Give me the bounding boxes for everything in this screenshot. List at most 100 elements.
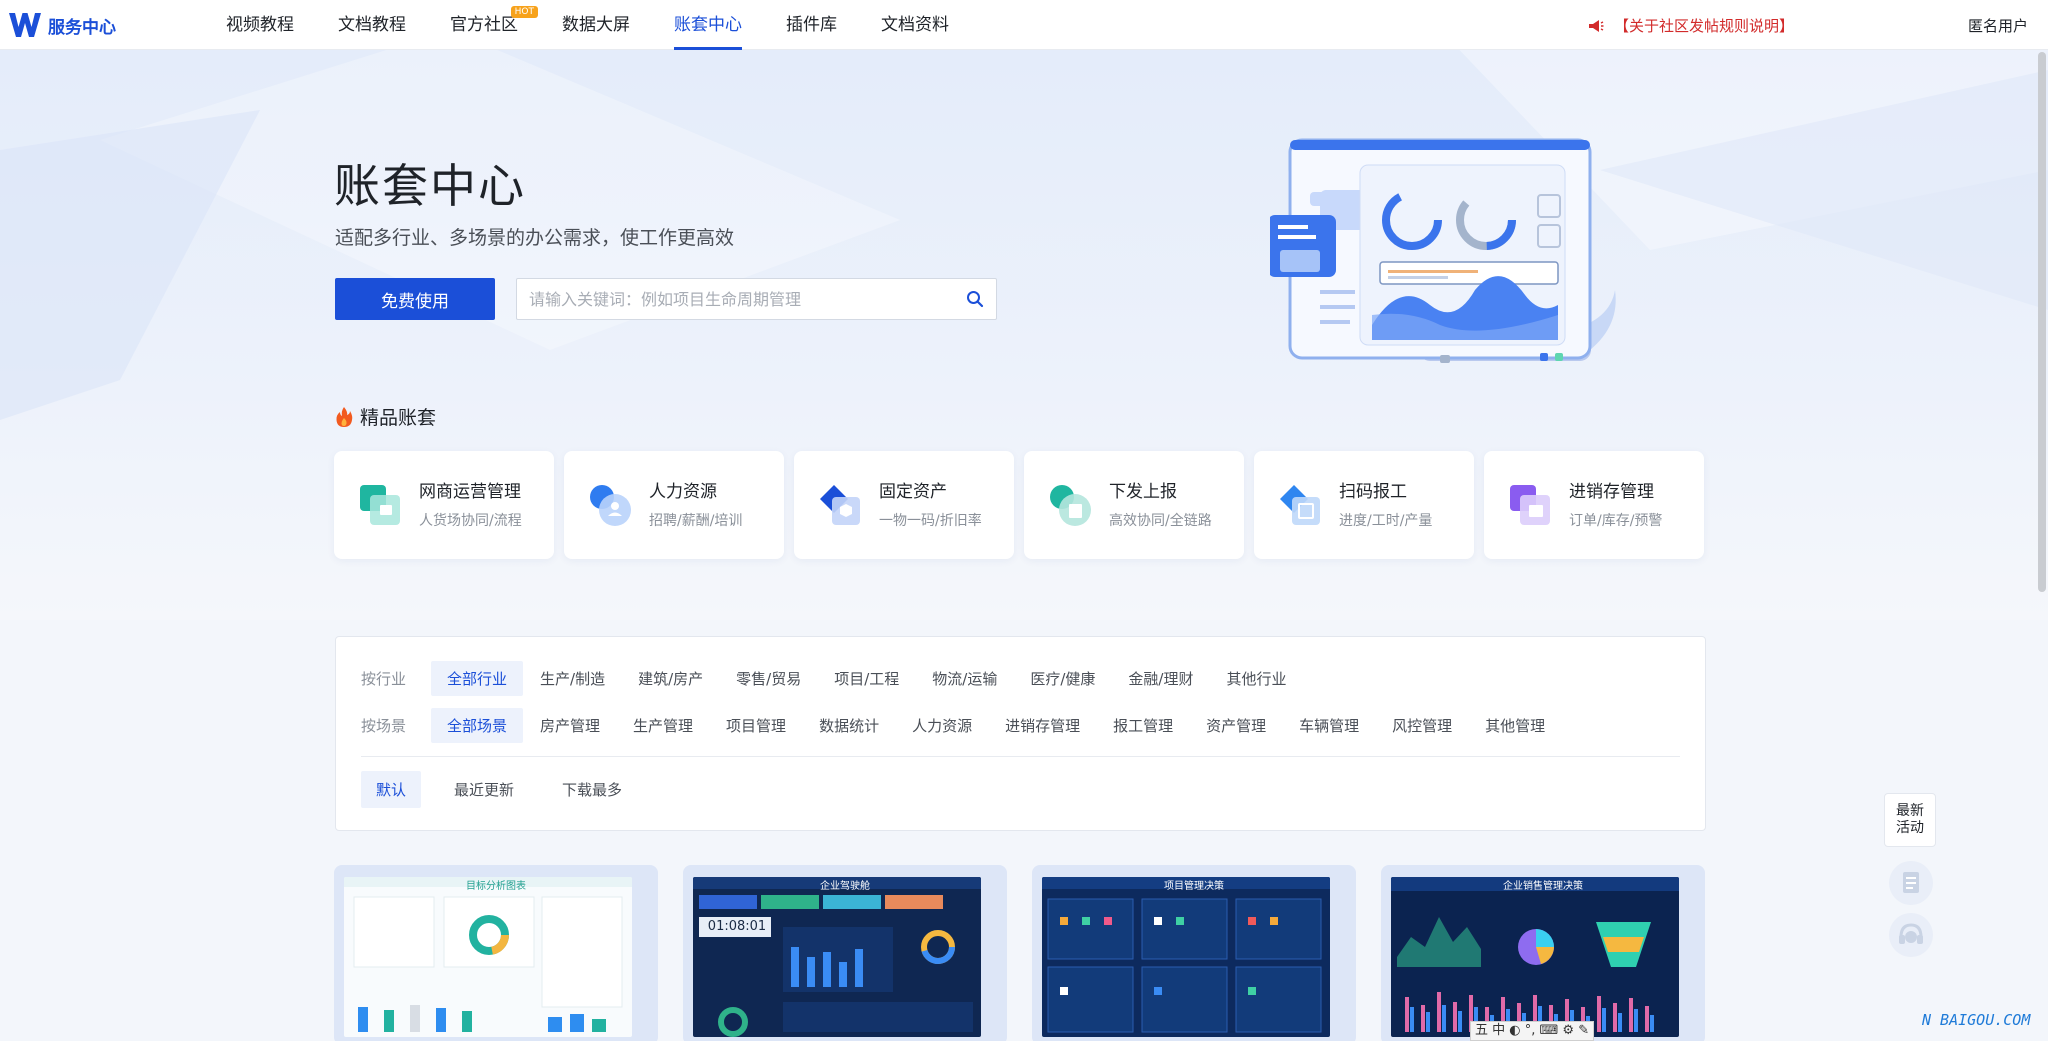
template-caption: 企业销售管理决策 <box>1503 881 1583 892</box>
nav-data-screen[interactable]: 数据大屏 <box>562 0 630 50</box>
card-title: 下发上报 <box>1109 482 1177 502</box>
featured-section-title: 精品账套 <box>334 403 436 430</box>
template-thumbnail <box>1391 877 1679 1037</box>
card-title: 人力资源 <box>649 482 717 502</box>
card-desc: 进度/工时/产量 <box>1339 513 1433 529</box>
nav-doc-resources[interactable]: 文档资料 <box>881 0 949 50</box>
hot-badge: HOT <box>510 6 538 18</box>
user-name[interactable]: 匿名用户 <box>1968 15 2028 36</box>
scan-icon <box>1280 485 1320 525</box>
scene-chip[interactable]: 其他管理 <box>1469 708 1561 743</box>
template-card[interactable]: 企业驾驶舱 01:08:01 <box>683 865 1007 1041</box>
people-icon <box>590 485 631 526</box>
featured-title-text: 精品账套 <box>360 407 437 429</box>
document-icon <box>1903 872 1919 893</box>
card-title: 进销存管理 <box>1569 482 1654 502</box>
scene-chip[interactable]: 人力资源 <box>896 708 988 743</box>
main-nav: 视频教程 文档教程 官方社区 HOT 数据大屏 账套中心 插件库 文档资料 <box>226 0 993 50</box>
nav-doc-tutorials[interactable]: 文档教程 <box>338 0 406 50</box>
free-use-button[interactable]: 免费使用 <box>335 278 495 320</box>
scene-chip[interactable]: 资产管理 <box>1190 708 1282 743</box>
scene-chip[interactable]: 车辆管理 <box>1283 708 1375 743</box>
community-rules-notice[interactable]: 【关于社区发帖规则说明】 <box>1588 15 1794 36</box>
industry-chip[interactable]: 金融/理财 <box>1112 661 1209 696</box>
featured-card-ecommerce[interactable]: 网商运营管理 人货场协同/流程 <box>334 451 554 559</box>
featured-card-report[interactable]: 下发上报 高效协同/全链路 <box>1024 451 1244 559</box>
card-desc: 一物一码/折旧率 <box>879 513 982 529</box>
sort-recent[interactable]: 最近更新 <box>439 771 529 808</box>
scene-chip[interactable]: 项目管理 <box>710 708 802 743</box>
nav-label: 文档资料 <box>881 15 949 35</box>
featured-card-fixed-assets[interactable]: 固定资产 一物一码/折旧率 <box>794 451 1014 559</box>
template-grid: 目标分析图表 企业驾驶舱 01:08:01 项目管理决策 企业销售管理决策 <box>334 865 1730 1041</box>
headset-icon <box>1899 923 1923 944</box>
template-thumbnail <box>693 877 981 1037</box>
template-thumbnail <box>344 877 632 1037</box>
search-box <box>516 278 997 320</box>
logo[interactable]: 服务中心 <box>8 10 116 40</box>
template-card[interactable]: 项目管理决策 <box>1032 865 1356 1041</box>
page-scrollbar[interactable] <box>2038 52 2046 592</box>
inventory-icon <box>1510 485 1550 525</box>
scene-chip[interactable]: 房产管理 <box>524 708 616 743</box>
search-icon[interactable] <box>966 290 984 308</box>
scene-filter-row: 按场景 全部场景 房产管理 生产管理 项目管理 数据统计 人力资源 进销存管理 … <box>361 708 1562 743</box>
customer-service-float-button[interactable] <box>1889 913 1933 957</box>
card-desc: 招聘/薪酬/培训 <box>649 513 743 529</box>
card-title: 网商运营管理 <box>419 482 521 502</box>
industry-chip[interactable]: 其他行业 <box>1210 661 1302 696</box>
featured-card-hr[interactable]: 人力资源 招聘/薪酬/培训 <box>564 451 784 559</box>
featured-card-inventory[interactable]: 进销存管理 订单/库存/预警 <box>1484 451 1704 559</box>
scene-chip[interactable]: 生产管理 <box>617 708 709 743</box>
report-icon <box>1050 485 1091 526</box>
scene-chip[interactable]: 报工管理 <box>1097 708 1189 743</box>
industry-chip[interactable]: 建筑/房产 <box>622 661 719 696</box>
featured-card-scan-report[interactable]: 扫码报工 进度/工时/产量 <box>1254 451 1474 559</box>
nav-video-tutorials[interactable]: 视频教程 <box>226 0 294 50</box>
scene-chip[interactable]: 数据统计 <box>803 708 895 743</box>
ime-toolbar[interactable]: 五 中 ◐ °, ⌨ ⚙ ✎ <box>1470 1021 1595 1041</box>
scene-chip[interactable]: 风控管理 <box>1376 708 1468 743</box>
search-input[interactable] <box>529 279 939 319</box>
template-caption: 企业驾驶舱 <box>820 881 870 892</box>
card-desc: 人货场协同/流程 <box>419 513 522 529</box>
nav-account-center[interactable]: 账套中心 <box>674 0 742 50</box>
scene-chip[interactable]: 全部场景 <box>431 708 524 743</box>
nav-label: 账套中心 <box>674 15 742 35</box>
nav-label: 视频教程 <box>226 15 294 35</box>
industry-chip[interactable]: 全部行业 <box>431 661 524 696</box>
filter-divider <box>361 756 1680 757</box>
hero-section: 账套中心 适配多行业、多场景的办公需求，使工作更高效 免费使用 请输入关键词：例… <box>0 50 2048 620</box>
template-card[interactable]: 企业销售管理决策 <box>1381 865 1705 1041</box>
page-subtitle: 适配多行业、多场景的办公需求，使工作更高效 <box>335 227 735 249</box>
template-caption: 目标分析图表 <box>466 881 526 892</box>
industry-chip[interactable]: 项目/工程 <box>818 661 915 696</box>
dashboard-illustration <box>1270 138 1616 363</box>
latest-activity-button[interactable]: 最新 活动 <box>1884 793 1936 847</box>
sort-default[interactable]: 默认 <box>361 771 422 808</box>
card-title: 固定资产 <box>879 482 947 502</box>
fire-icon <box>336 406 353 427</box>
featured-cards: 网商运营管理 人货场协同/流程 人力资源 招聘/薪酬/培训 固定资产 一物一码/… <box>334 451 1714 559</box>
document-float-button[interactable] <box>1889 861 1933 905</box>
nav-community[interactable]: 官方社区 HOT <box>450 0 538 50</box>
industry-chip[interactable]: 物流/运输 <box>916 661 1013 696</box>
nav-plugins[interactable]: 插件库 <box>786 0 837 50</box>
nav-label: 插件库 <box>786 15 837 35</box>
industry-filter-label: 按行业 <box>361 670 407 688</box>
template-card[interactable]: 目标分析图表 <box>334 865 658 1041</box>
template-thumbnail <box>1042 877 1330 1037</box>
scene-filter-label: 按场景 <box>361 717 407 735</box>
sort-downloads[interactable]: 下载最多 <box>547 771 637 808</box>
card-desc: 订单/库存/预警 <box>1569 513 1663 529</box>
nav-label: 数据大屏 <box>562 15 630 35</box>
scene-chip[interactable]: 进销存管理 <box>989 708 1096 743</box>
notice-text: 【关于社区发帖规则说明】 <box>1614 17 1795 35</box>
industry-chip[interactable]: 医疗/健康 <box>1014 661 1111 696</box>
industry-chip[interactable]: 生产/制造 <box>524 661 621 696</box>
industry-chip[interactable]: 零售/贸易 <box>720 661 817 696</box>
activity-label-line1: 最新 <box>1896 803 1924 819</box>
sort-row: 默认 最近更新 下载最多 <box>361 771 655 808</box>
shop-icon <box>360 485 400 525</box>
watermark: N BAIGOU.COM <box>1922 1011 2031 1029</box>
